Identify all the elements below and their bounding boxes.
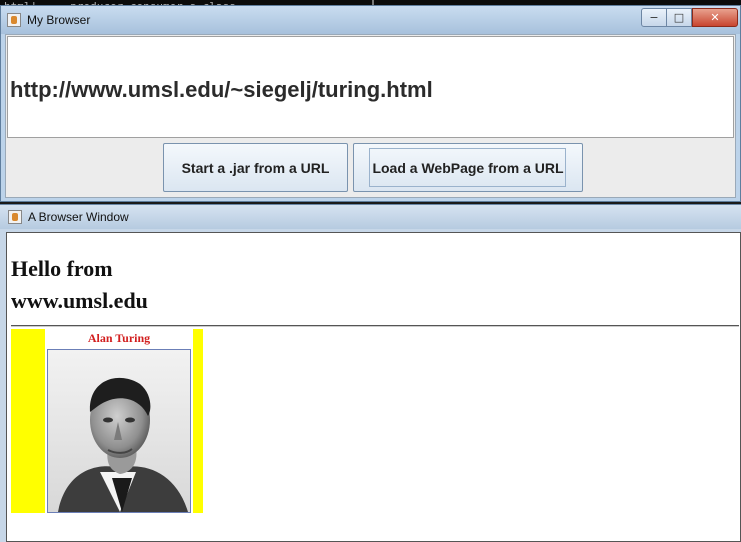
window-title: My Browser xyxy=(27,13,91,27)
image-caption: Alan Turing xyxy=(87,331,151,345)
title-bar[interactable]: My Browser − □ ✕ xyxy=(1,6,740,34)
portrait-panel: Alan Turing xyxy=(45,329,193,513)
close-button[interactable]: ✕ xyxy=(692,8,738,27)
heading-line-1: Hello from xyxy=(11,256,113,281)
start-jar-button[interactable]: Start a .jar from a URL xyxy=(163,143,348,192)
minimize-button[interactable]: − xyxy=(641,8,667,27)
page-heading: Hello from www.umsl.edu xyxy=(11,253,148,317)
turing-image: Alan Turing xyxy=(11,329,203,513)
maximize-icon: □ xyxy=(673,11,685,24)
url-text: http://www.umsl.edu/~siegelj/turing.html xyxy=(10,77,433,102)
minimize-icon: − xyxy=(649,11,659,24)
start-jar-label: Start a .jar from a URL xyxy=(181,159,330,176)
window-title: A Browser Window xyxy=(28,210,129,224)
page-window: A Browser Window Hello from www.umsl.edu… xyxy=(0,204,741,542)
focus-ring xyxy=(369,148,566,187)
load-webpage-button[interactable]: Load a WebPage from a URL xyxy=(353,143,583,192)
portrait-photo xyxy=(47,349,191,513)
url-input[interactable]: http://www.umsl.edu/~siegelj/turing.html xyxy=(7,36,734,138)
java-icon xyxy=(8,210,22,224)
portrait-illustration xyxy=(48,350,190,512)
title-bar[interactable]: A Browser Window xyxy=(0,205,741,229)
close-icon: ✕ xyxy=(710,11,720,24)
my-browser-window: My Browser − □ ✕ http://www.umsl.edu/~si… xyxy=(0,5,741,202)
maximize-button[interactable]: □ xyxy=(666,8,692,27)
java-icon xyxy=(7,13,21,27)
heading-line-2: www.umsl.edu xyxy=(11,288,148,313)
horizontal-rule xyxy=(11,325,739,327)
browser-client-area: http://www.umsl.edu/~siegelj/turing.html… xyxy=(5,34,736,198)
page-content: Hello from www.umsl.edu Alan Turing xyxy=(6,232,741,542)
